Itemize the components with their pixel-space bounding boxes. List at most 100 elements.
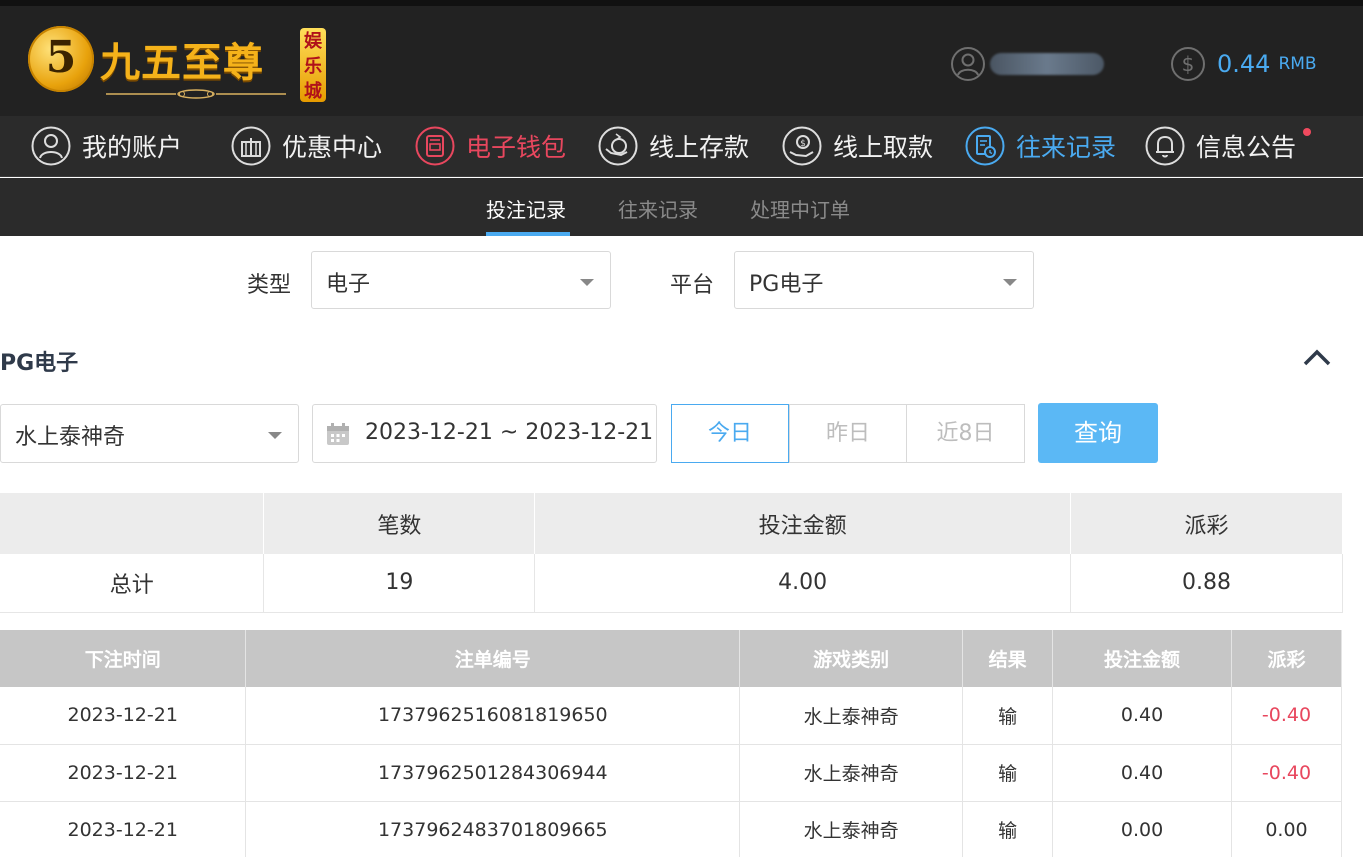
records-header-cell: 下注时间: [0, 630, 247, 687]
record-bet-id: 1737962516081819650: [245, 687, 741, 745]
summary-header-cell: [0, 493, 265, 554]
summary-cell: 4.00: [534, 554, 1072, 613]
type-label: 类型: [247, 273, 292, 298]
tab-transaction-records[interactable]: 往来记录: [618, 194, 698, 223]
record-time: 2023-12-21: [0, 744, 247, 802]
quick-last8days-button[interactable]: 近8日: [906, 404, 1025, 463]
dollar-icon: $: [1171, 47, 1205, 81]
type-select-value: 电子: [326, 272, 371, 297]
withdraw-icon: $: [782, 126, 822, 166]
record-game: 水上泰神奇: [739, 687, 964, 745]
nav-online-deposit[interactable]: 线上存款: [597, 124, 749, 168]
record-time: 2023-12-21: [0, 801, 247, 857]
game-select-value: 水上泰神奇: [15, 425, 126, 450]
nav-label: 往来记录: [1016, 133, 1117, 162]
balance-display: $ 0.44 RMB: [1170, 46, 1317, 82]
gift-icon: [231, 126, 271, 166]
nav-label: 信息公告: [1196, 133, 1297, 162]
balance-currency: RMB: [1278, 54, 1317, 74]
section-title: PG电子: [0, 351, 79, 376]
nav-label: 我的账户: [82, 133, 183, 162]
record-icon: [965, 126, 1005, 166]
chevron-down-icon: [580, 279, 594, 286]
records-header-cell: 游戏类别: [739, 630, 964, 687]
summary-header-cell: 派彩: [1070, 493, 1343, 554]
record-result: 输: [962, 687, 1054, 745]
logo-ornament-icon: [106, 89, 286, 99]
balance-value: 0.44: [1217, 50, 1271, 78]
site-logo[interactable]: 5 九五至尊 娱乐城: [28, 20, 328, 104]
quick-today-button[interactable]: 今日: [671, 404, 789, 463]
tab-pending-orders[interactable]: 处理中订单: [750, 194, 850, 223]
deposit-icon: [598, 126, 638, 166]
nav-label: 电子钱包: [466, 133, 567, 162]
chevron-down-icon: [268, 432, 282, 439]
nav-transaction-records[interactable]: 往来记录: [964, 124, 1116, 168]
records-header-cell: 投注金额: [1052, 630, 1232, 687]
record-bet-amount: 0.40: [1052, 687, 1232, 745]
main-nav: 我的账户 优惠中心 电子钱包 线上存款 $ 线上取款 往来记录 信息公告: [0, 116, 1363, 177]
svg-text:$: $: [800, 139, 806, 149]
query-button[interactable]: 查询: [1038, 403, 1158, 463]
platform-select[interactable]: PG电子: [734, 251, 1034, 309]
logo-name: 九五至尊: [100, 39, 264, 86]
summary-table: 笔数 投注金额 派彩 总计 19 4.00 0.88: [0, 493, 1343, 613]
nav-announcements[interactable]: 信息公告: [1144, 124, 1296, 168]
platform-select-value: PG电子: [749, 272, 824, 297]
summary-cell: 0.88: [1070, 554, 1343, 613]
record-result: 输: [962, 744, 1054, 802]
bet-records-table: 下注时间 注单编号 游戏类别 结果 投注金额 派彩 2023-12-21 173…: [0, 630, 1343, 857]
top-header: 5 九五至尊 娱乐城 $ 0.44 RMB: [0, 0, 1363, 116]
date-range-picker[interactable]: 2023-12-21 ~ 2023-12-21: [312, 404, 657, 463]
record-bet-amount: 0.40: [1052, 744, 1232, 802]
record-payout: 0.00: [1231, 801, 1343, 857]
user-icon: [31, 126, 71, 166]
summary-cell: 19: [263, 554, 536, 613]
records-header-row: 下注时间 注单编号 游戏类别 结果 投注金额 派彩: [0, 630, 1343, 687]
date-range-value: 2023-12-21 ~ 2023-12-21: [365, 420, 654, 445]
tab-bet-records[interactable]: 投注记录: [486, 194, 566, 223]
record-bet-id: 1737962501284306944: [245, 744, 741, 802]
svg-text:$: $: [1182, 52, 1195, 76]
nav-label: 线上取款: [833, 133, 934, 162]
user-info[interactable]: [950, 46, 1104, 82]
record-time: 2023-12-21: [0, 687, 247, 745]
type-select[interactable]: 电子: [311, 251, 611, 309]
nav-label: 优惠中心: [282, 133, 383, 162]
record-game: 水上泰神奇: [739, 744, 964, 802]
calendar-icon: [327, 423, 349, 445]
record-bet-amount: 0.00: [1052, 801, 1232, 857]
nav-my-account[interactable]: 我的账户: [30, 124, 182, 168]
logo-coin-icon: 5: [28, 26, 94, 92]
chevron-down-icon: [1003, 279, 1017, 286]
username-blurred: [990, 53, 1104, 75]
notification-dot: [1303, 128, 1311, 136]
nav-online-withdraw[interactable]: $ 线上取款: [781, 124, 933, 168]
game-select[interactable]: 水上泰神奇: [0, 404, 299, 463]
quick-yesterday-button[interactable]: 昨日: [789, 404, 907, 463]
summary-header-cell: 投注金额: [534, 493, 1072, 554]
summary-cell: 总计: [0, 554, 265, 613]
nav-e-wallet[interactable]: 电子钱包: [414, 124, 566, 168]
platform-label: 平台: [670, 273, 715, 298]
logo-badge: 娱乐城: [300, 28, 326, 102]
active-tab-indicator: [486, 232, 570, 236]
table-row[interactable]: 2023-12-21 1737962516081819650 水上泰神奇 输 0…: [0, 687, 1343, 745]
record-result: 输: [962, 801, 1054, 857]
nav-promotions[interactable]: 优惠中心: [230, 124, 382, 168]
summary-header-cell: 笔数: [263, 493, 536, 554]
records-header-cell: 结果: [962, 630, 1054, 687]
record-payout: -0.40: [1231, 687, 1343, 745]
records-header-cell: 注单编号: [245, 630, 741, 687]
summary-row: 总计 19 4.00 0.88: [0, 554, 1343, 613]
records-header-cell: 派彩: [1231, 630, 1343, 687]
bell-icon: [1145, 126, 1185, 166]
nav-label: 线上存款: [649, 133, 750, 162]
wallet-icon: [415, 126, 455, 166]
record-bet-id: 1737962483701809665: [245, 801, 741, 857]
record-subtabs: 投注记录 往来记录 处理中订单: [0, 178, 1363, 236]
record-game: 水上泰神奇: [739, 801, 964, 857]
table-row[interactable]: 2023-12-21 1737962501284306944 水上泰神奇 输 0…: [0, 744, 1343, 802]
table-row[interactable]: 2023-12-21 1737962483701809665 水上泰神奇 输 0…: [0, 801, 1343, 857]
collapse-chevron-up-icon[interactable]: [1300, 344, 1334, 370]
